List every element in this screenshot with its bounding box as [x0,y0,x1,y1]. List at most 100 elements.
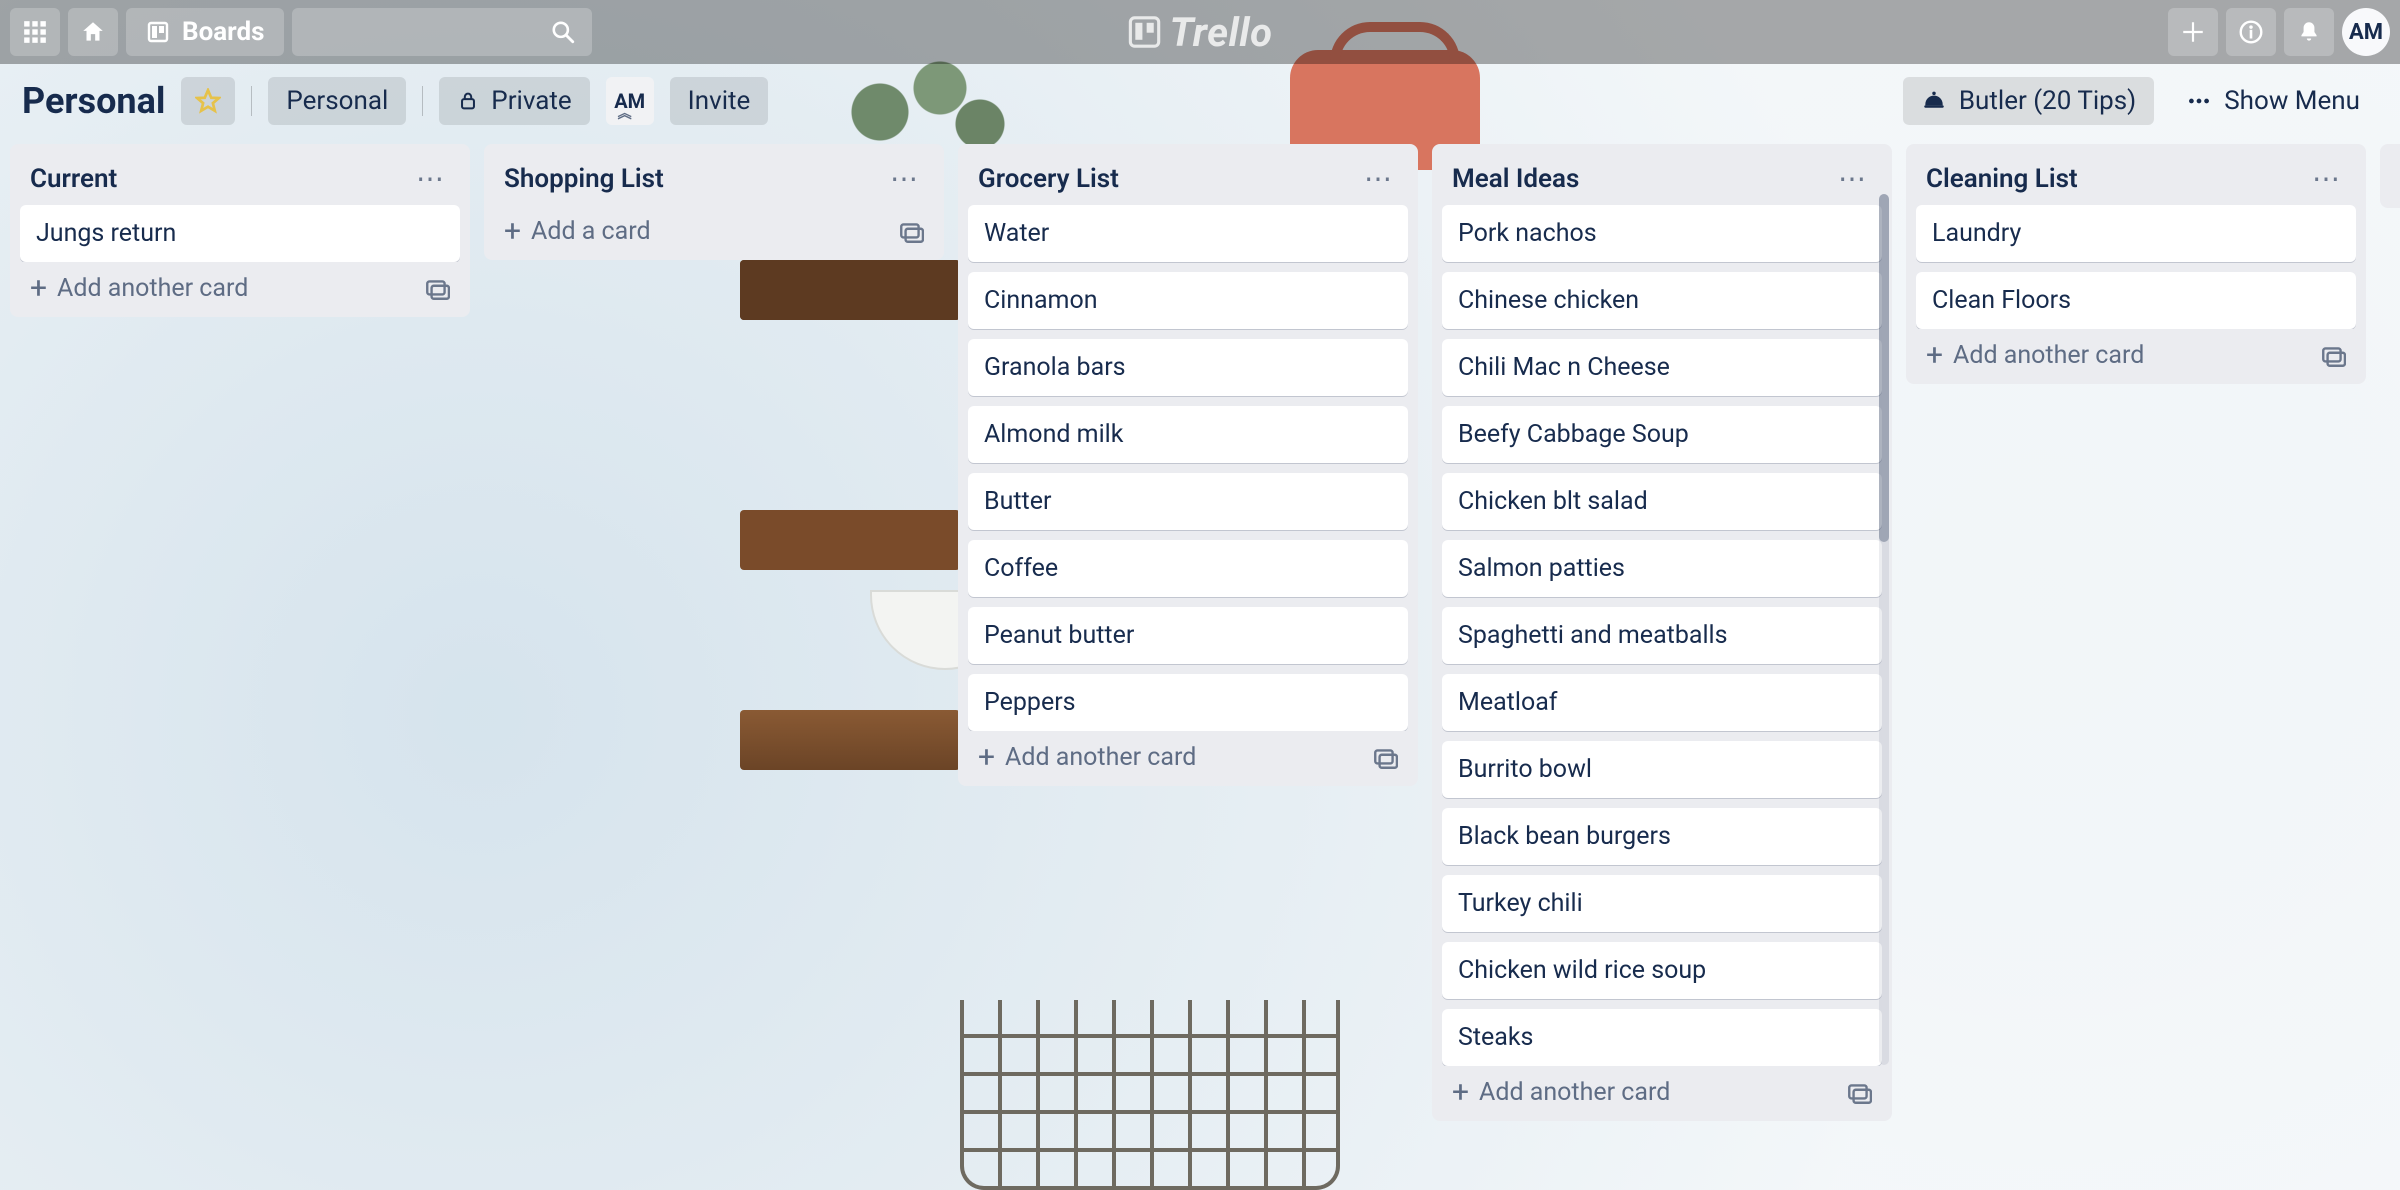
card[interactable]: Meatloaf [1442,674,1882,731]
card[interactable]: Pork nachos [1442,205,1882,262]
scrollbar-thumb[interactable] [1879,194,1889,542]
card-template-icon[interactable] [1372,745,1398,771]
list: Current ⋯ Jungs return+Add another card [10,144,470,317]
invite-button[interactable]: Invite [670,77,769,125]
add-card-button[interactable]: +Add a card [494,205,934,254]
notifications-button[interactable] [2284,8,2334,56]
add-card-label: Add another card [1005,743,1196,772]
boards-icon [146,20,170,44]
plus-icon [2180,19,2206,45]
list-header: Meal Ideas ⋯ [1442,154,1882,205]
board-title[interactable]: Personal [22,80,165,122]
divider [251,86,252,116]
list: Meal Ideas ⋯ Pork nachos Chinese chicken Chi… [1432,144,1892,1121]
card[interactable]: Chili Mac n Cheese [1442,339,1882,396]
bell-icon [2296,19,2322,45]
list: Shopping List ⋯ +Add a card [484,144,944,260]
apps-button[interactable] [10,8,60,56]
show-menu-label: Show Menu [2224,86,2360,116]
boards-button[interactable]: Boards [126,8,284,56]
card[interactable]: Almond milk [968,406,1408,463]
card-list: Pork nachos Chinese chicken Chili Mac n Ch… [1442,205,1882,1066]
butler-button[interactable]: Butler (20 Tips) [1903,77,2154,125]
card[interactable]: Jungs return [20,205,460,262]
list: Grocery List ⋯ Water Cinnamon Granola bars Al… [958,144,1418,786]
search-button[interactable] [292,8,592,56]
list: P [2380,144,2400,208]
card-template-icon[interactable] [1846,1080,1872,1106]
global-header: Boards Trello AM [0,0,2400,64]
list-menu-button[interactable]: ⋯ [1358,162,1398,195]
list-title[interactable]: Current [30,164,117,194]
card-template-icon[interactable] [898,219,924,245]
app-logo[interactable]: Trello [1128,9,1273,56]
card-list: Water Cinnamon Granola bars Almond milk Butt… [968,205,1408,731]
card[interactable]: Cinnamon [968,272,1408,329]
create-button[interactable] [2168,8,2218,56]
star-icon [195,88,221,114]
star-board-button[interactable] [181,77,235,125]
card[interactable]: Beefy Cabbage Soup [1442,406,1882,463]
card[interactable]: Chinese chicken [1442,272,1882,329]
butler-icon [1921,88,1947,114]
more-horizontal-icon: ⋯ [1838,162,1866,195]
list-title[interactable]: Cleaning List [1926,164,2078,194]
add-card-label: Add another card [1953,341,2144,370]
add-another-card-button[interactable]: +Add another card [20,262,460,311]
card[interactable]: Butter [968,473,1408,530]
card[interactable]: Granola bars [968,339,1408,396]
list-menu-button[interactable]: ⋯ [2306,162,2346,195]
add-card-label: Add another card [1479,1078,1670,1107]
add-card-label: Add a card [531,217,651,246]
list-title[interactable]: Grocery List [978,164,1119,194]
card[interactable]: Laundry [1916,205,2356,262]
list-menu-button[interactable]: ⋯ [1832,162,1872,195]
card[interactable]: Coffee [968,540,1408,597]
scrollbar[interactable] [1879,194,1889,1065]
card[interactable]: Steaks [1442,1009,1882,1066]
add-another-card-button[interactable]: +Add another card [1916,329,2356,378]
card[interactable]: Burrito bowl [1442,741,1882,798]
list-title[interactable]: Meal Ideas [1452,164,1579,194]
board-header: Personal Personal Private AM ︽ Invite Bu… [0,64,2400,138]
card[interactable]: Chicken wild rice soup [1442,942,1882,999]
lock-icon [457,90,479,112]
list-header: Grocery List ⋯ [968,154,1408,205]
board-canvas[interactable]: Current⋯Jungs return+Add another cardSho… [0,138,2400,1190]
add-another-card-button[interactable]: +Add another card [1442,1066,1882,1115]
add-another-card-button[interactable]: +Add another card [968,731,1408,780]
privacy-label: Private [491,86,571,116]
boards-label: Boards [182,17,264,47]
list-header: Shopping List ⋯ [494,154,934,205]
add-card-label: Add another card [57,274,248,303]
apps-grid-icon [22,19,48,45]
privacy-chip[interactable]: Private [439,77,589,125]
card[interactable]: Spaghetti and meatballs [1442,607,1882,664]
divider [422,86,423,116]
info-button[interactable] [2226,8,2276,56]
search-icon [550,19,576,45]
more-horizontal-icon: ⋯ [890,162,918,195]
card[interactable]: Turkey chili [1442,875,1882,932]
show-menu-button[interactable]: Show Menu [2168,77,2378,125]
card[interactable]: Salmon patties [1442,540,1882,597]
card-template-icon[interactable] [424,276,450,302]
card[interactable]: Peanut butter [968,607,1408,664]
list-title[interactable]: Shopping List [504,164,664,194]
card-list: Laundry Clean Floors [1916,205,2356,329]
card[interactable]: Water [968,205,1408,262]
home-button[interactable] [68,8,118,56]
board-member-avatar[interactable]: AM ︽ [606,77,654,125]
home-icon [80,19,106,45]
card[interactable]: Chicken blt salad [1442,473,1882,530]
team-visibility-chip[interactable]: Personal [268,77,406,125]
card-template-icon[interactable] [2320,343,2346,369]
card[interactable]: Clean Floors [1916,272,2356,329]
card[interactable]: Black bean burgers [1442,808,1882,865]
more-horizontal-icon [2186,88,2212,114]
list-menu-button[interactable]: ⋯ [410,162,450,195]
user-avatar[interactable]: AM [2342,8,2390,56]
list-menu-button[interactable]: ⋯ [884,162,924,195]
more-horizontal-icon: ⋯ [1364,162,1392,195]
card[interactable]: Peppers [968,674,1408,731]
